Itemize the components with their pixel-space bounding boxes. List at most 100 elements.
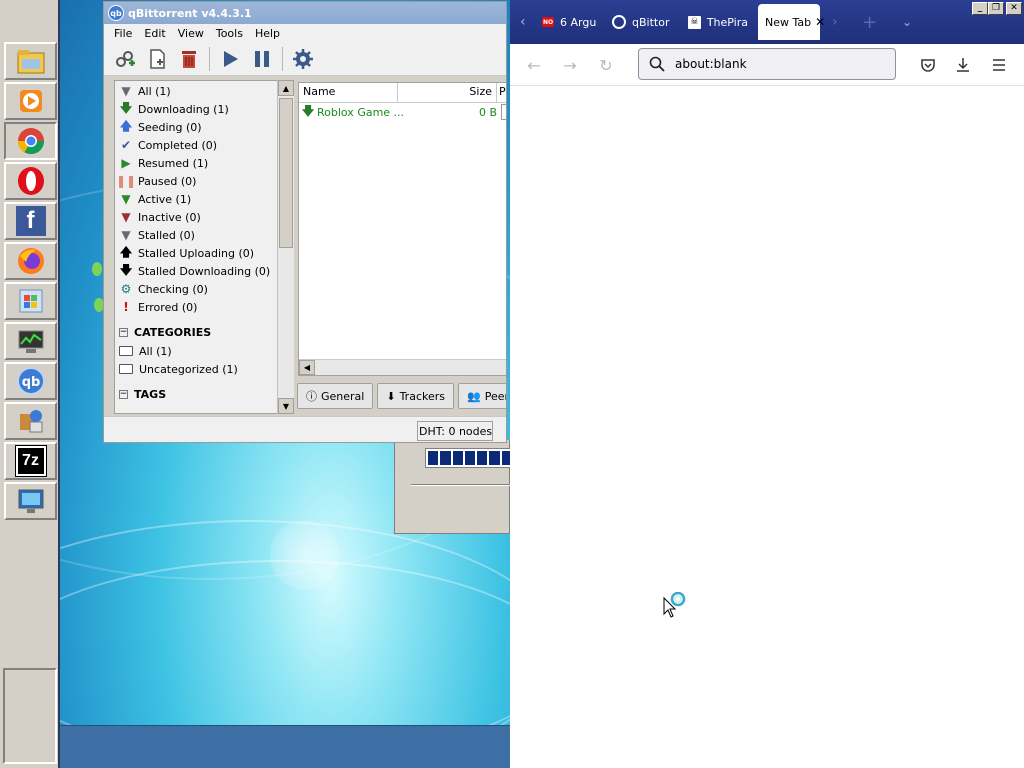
filter-icon: ▼ <box>121 84 131 98</box>
sidebar-scrollbar[interactable]: ▲ ▼ <box>277 80 294 414</box>
add-torrent-file-button[interactable] <box>142 45 172 73</box>
column-name[interactable]: Name <box>299 83 398 102</box>
taskbar-chrome[interactable] <box>4 122 57 160</box>
filter-downloading[interactable]: 🡇 Downloading (1) <box>115 100 292 118</box>
taskbar-file-explorer[interactable] <box>4 42 57 80</box>
dialog-divider <box>411 484 511 486</box>
category-all[interactable]: All (1) <box>115 342 292 360</box>
scroll-down-icon[interactable]: ▼ <box>278 398 294 414</box>
new-tab-icon[interactable]: + <box>862 6 880 38</box>
play-icon <box>224 50 238 67</box>
torrent-list-header: Name Size P <box>299 83 506 103</box>
remote-desktop-icon <box>16 486 46 516</box>
taskbar-firefox[interactable] <box>4 242 57 280</box>
filter-active[interactable]: ▼ Active (1) <box>115 190 292 208</box>
tags-header[interactable]: − TAGS <box>115 384 292 404</box>
toolbar <box>104 42 506 76</box>
reload-button[interactable]: ↻ <box>596 55 616 75</box>
opera-icon <box>16 166 46 196</box>
menu-view[interactable]: View <box>172 27 210 40</box>
pause-icon: ❚❚ <box>115 174 137 188</box>
forward-button[interactable]: → <box>560 55 580 75</box>
taskbar-7zip[interactable]: 7z <box>4 442 57 480</box>
qbittorrent-window: qb qBittorrent v4.4.3.1 File Edit View T… <box>103 1 507 443</box>
taskbar-task-manager[interactable] <box>4 322 57 360</box>
firefox-tab-2[interactable]: qBittor <box>612 6 670 38</box>
collapse-icon: − <box>119 327 128 337</box>
taskbar-remote-desktop[interactable] <box>4 482 57 520</box>
torrent-name: Roblox Game ... <box>317 105 405 119</box>
hamburger-icon <box>993 59 1005 71</box>
menu-help[interactable]: Help <box>249 27 286 40</box>
qbittorrent-icon: qb <box>16 366 46 396</box>
resume-button[interactable] <box>215 45 245 73</box>
app-menu-button[interactable] <box>989 55 1009 75</box>
busy-cursor-icon <box>663 591 693 618</box>
scroll-up-icon[interactable]: ▲ <box>278 80 294 96</box>
arrow-down-black-icon: 🡇 <box>119 262 133 277</box>
delete-torrent-button[interactable] <box>174 45 204 73</box>
taskbar-windows-update[interactable] <box>4 282 57 320</box>
url-bar[interactable]: about:blank <box>638 48 896 80</box>
table-row[interactable]: 🡇 Roblox Game ... 0 B <box>299 103 506 121</box>
filter-resumed[interactable]: ▶ Resumed (1) <box>115 154 292 172</box>
options-button[interactable] <box>288 45 318 73</box>
peers-icon: 👥 <box>467 389 481 403</box>
close-tab-icon[interactable]: ✕ <box>815 15 825 29</box>
taskbar-qbittorrent[interactable]: qb <box>4 362 57 400</box>
add-torrent-link-button[interactable] <box>110 45 140 73</box>
taskbar-facebook[interactable]: f <box>4 202 57 240</box>
list-all-tabs-icon[interactable]: ⌄ <box>902 6 918 38</box>
filter-paused[interactable]: ❚❚ Paused (0) <box>115 172 292 190</box>
filter-completed[interactable]: ✔ Completed (0) <box>115 136 292 154</box>
torrent-size: 0 B <box>478 105 497 119</box>
taskbar-opera[interactable] <box>4 162 57 200</box>
category-uncategorized[interactable]: Uncategorized (1) <box>115 360 292 378</box>
filter-seeding[interactable]: 🡅 Seeding (0) <box>115 118 292 136</box>
tab-scroll-left-icon[interactable]: ‹ <box>520 6 540 38</box>
page-content[interactable] <box>510 86 1024 768</box>
filter-stalled[interactable]: ▼ Stalled (0) <box>115 226 292 244</box>
taskbar-media-player[interactable] <box>4 82 57 120</box>
windows-update-icon <box>16 286 46 316</box>
tab-peers[interactable]: 👥 Peer <box>458 383 506 409</box>
menu-edit[interactable]: Edit <box>138 27 171 40</box>
tab-general[interactable]: ⓘ General <box>297 383 374 409</box>
folder-icon <box>119 364 133 374</box>
filter-all[interactable]: ▼ All (1) <box>115 82 292 100</box>
restore-button[interactable]: ❐ <box>988 2 1004 15</box>
filter-stalled-downloading[interactable]: 🡇 Stalled Downloading (0) <box>115 262 292 280</box>
pause-button[interactable] <box>247 45 277 73</box>
menu-file[interactable]: File <box>108 27 138 40</box>
qbittorrent-titlebar[interactable]: qb qBittorrent v4.4.3.1 <box>104 2 506 24</box>
filter-stalled-uploading[interactable]: 🡅 Stalled Uploading (0) <box>115 244 292 262</box>
filter-gray-icon: ▼ <box>121 228 131 242</box>
firefox-active-tab[interactable]: New Tab ✕ <box>758 4 825 40</box>
filter-checking[interactable]: ⚙ Checking (0) <box>115 280 292 298</box>
dht-status: DHT: 0 nodes <box>417 421 493 441</box>
taskbar-installer[interactable] <box>4 402 57 440</box>
scroll-left-icon[interactable]: ◀ <box>299 360 315 375</box>
back-button[interactable]: ← <box>524 55 544 75</box>
scrollbar-thumb[interactable] <box>279 98 293 248</box>
torrent-progress-cell <box>501 104 506 120</box>
minimize-button[interactable]: _ <box>972 2 988 15</box>
close-window-button[interactable]: ✕ <box>1006 2 1022 15</box>
menu-tools[interactable]: Tools <box>210 27 249 40</box>
list-horizontal-scrollbar[interactable]: ◀ <box>299 359 506 375</box>
firefox-window: ‹ NO 6 Argu qBittor ☠ ThePira New Tab ✕ … <box>510 0 1024 768</box>
progress-bar <box>425 448 515 468</box>
search-icon <box>649 56 665 72</box>
downloads-button[interactable] <box>953 55 973 75</box>
categories-header[interactable]: − CATEGORIES <box>115 322 292 342</box>
desktop-bottom-strip <box>60 725 510 768</box>
filter-errored[interactable]: ! Errored (0) <box>115 298 292 316</box>
pocket-button[interactable] <box>918 55 938 75</box>
firefox-tab-1[interactable]: NO 6 Argu <box>542 6 602 38</box>
filter-inactive[interactable]: ▼ Inactive (0) <box>115 208 292 226</box>
firefox-tab-3[interactable]: ☠ ThePira <box>688 6 748 38</box>
tab-trackers[interactable]: ⬇ Trackers <box>377 383 454 409</box>
tab-scroll-right-icon[interactable]: › <box>832 6 846 38</box>
column-size[interactable]: Size <box>398 83 497 102</box>
column-progress[interactable]: P <box>497 83 506 102</box>
